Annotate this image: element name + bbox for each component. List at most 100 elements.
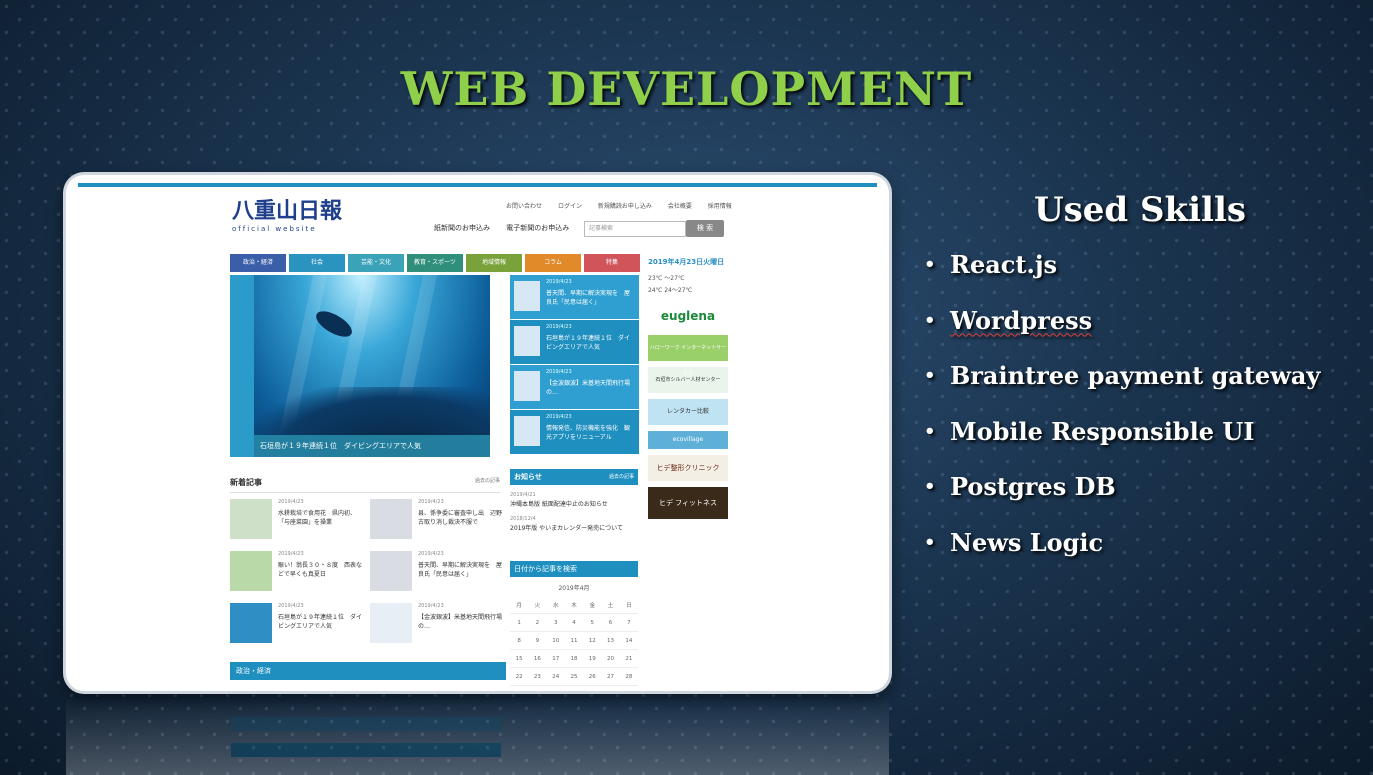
featured-date: 2019/4/23 — [546, 369, 572, 375]
news-more-link[interactable]: 過去の記事 — [475, 477, 500, 484]
news-title: 賑い！翁長３０・８度 西表などで早くも真夏日 — [278, 562, 363, 578]
nav-tab[interactable]: 特集 — [584, 254, 640, 272]
hero-caption[interactable]: 石垣島が１９年連続１位 ダイビングエリアで人気 — [254, 435, 490, 457]
news-heading: 新着記事 — [230, 478, 262, 487]
calendar-date[interactable]: 23 — [528, 667, 547, 686]
featured-title: 【金波銀波】米基地天間飛行場の… — [546, 380, 631, 396]
skills-panel: Used Skills • React.js • Wordpress • Braint… — [920, 190, 1360, 583]
top-link[interactable]: お問い合わせ — [506, 203, 542, 210]
calendar-date[interactable]: 20 — [601, 649, 620, 668]
logo-text: 八重山日報 — [232, 198, 343, 224]
notice-item[interactable]: 2018/12/4 2019年版 やいまカレンダー発売について — [510, 515, 638, 533]
calendar-day-header: 日 — [619, 596, 638, 614]
skill-item: • Braintree payment gateway — [920, 361, 1360, 417]
notice-item[interactable]: 2019/4/21 沖縄本島版 紙面配達中止のお知らせ — [510, 491, 638, 509]
category-nav: 政治・経済 社会 芸能・文化 教育・スポーツ 地域情報 コラム 特集 — [230, 254, 640, 272]
hero-side-strip — [230, 275, 254, 457]
news-thumbnail — [370, 603, 412, 643]
calendar-date[interactable]: 10 — [546, 631, 565, 650]
calendar-day-header: 木 — [564, 596, 584, 614]
calendar-date[interactable]: 26 — [583, 667, 602, 686]
news-card[interactable]: 2019/4/23 普天間、早期に解決実現を 屋良氏「民意は届く」 — [370, 551, 502, 595]
calendar-date[interactable]: 21 — [619, 649, 638, 668]
calendar-date[interactable]: 15 — [510, 649, 529, 668]
calendar-date[interactable]: 14 — [619, 631, 638, 650]
ad-banner[interactable]: ecovillage — [648, 431, 728, 449]
digital-subscribe-link[interactable]: 電子新聞のお申込み — [506, 224, 569, 232]
top-link[interactable]: 採用情報 — [708, 203, 732, 210]
calendar-date[interactable]: 11 — [564, 631, 584, 650]
nav-tab[interactable]: 地域情報 — [466, 254, 522, 272]
news-card[interactable]: 2019/4/23 石垣島が１９年連続１位 ダイビングエリアで人気 — [230, 603, 363, 647]
calendar-date[interactable]: 6 — [601, 613, 620, 632]
bullet-icon: • — [924, 254, 936, 275]
calendar-date[interactable]: 3 — [546, 613, 565, 632]
calendar-date[interactable]: 24 — [546, 667, 565, 686]
nav-tab[interactable]: コラム — [525, 254, 581, 272]
search-button[interactable]: 検 索 — [686, 220, 724, 237]
skill-label: Braintree payment gateway — [950, 361, 1321, 390]
ad-banner[interactable]: euglena — [648, 303, 728, 329]
calendar-date[interactable]: 17 — [546, 649, 565, 668]
calendar-date[interactable]: 9 — [528, 631, 547, 650]
featured-item[interactable]: 2019/4/23 石垣島が１９年連続１位 ダイビングエリアで人気 — [510, 320, 639, 364]
screenshot-reflection — [66, 697, 889, 775]
top-link[interactable]: 新規購読お申し込み — [598, 203, 652, 210]
calendar-date[interactable]: 1 — [510, 613, 529, 632]
skill-item: • Mobile Responsible UI — [920, 417, 1360, 473]
website-screenshot: 八重山日報 official website お問い合わせ ログイン 新規購読お… — [66, 175, 889, 691]
calendar-date[interactable]: 8 — [510, 631, 529, 650]
featured-thumbnail — [514, 371, 540, 401]
calendar-date[interactable]: 22 — [510, 667, 529, 686]
calendar-date[interactable]: 4 — [564, 613, 584, 632]
calendar-date[interactable]: 13 — [601, 631, 620, 650]
calendar-date[interactable]: 18 — [564, 649, 584, 668]
calendar-date[interactable]: 16 — [528, 649, 547, 668]
notice-more-link[interactable]: 過去の記事 — [609, 469, 634, 485]
calendar-date[interactable]: 19 — [583, 649, 602, 668]
news-date: 2019/4/23 — [278, 499, 304, 505]
calendar-date[interactable]: 7 — [619, 613, 638, 632]
top-link[interactable]: 会社概要 — [668, 203, 692, 210]
featured-item[interactable]: 2019/4/23 普天間、早期に解決実現を 屋良氏「民意は届く」 — [510, 275, 639, 319]
featured-date: 2019/4/23 — [546, 279, 572, 285]
news-card[interactable]: 2019/4/23 賑い！翁長３０・８度 西表などで早くも真夏日 — [230, 551, 363, 595]
ad-banner[interactable]: ヒデ整形クリニック — [648, 455, 728, 481]
news-date: 2019/4/23 — [418, 551, 444, 557]
ad-banner[interactable]: 石垣市シルバー人材センター — [648, 367, 728, 393]
calendar-date[interactable]: 2 — [528, 613, 547, 632]
featured-item[interactable]: 2019/4/23 【金波銀波】米基地天間飛行場の… — [510, 365, 639, 409]
notice-date: 2018/12/4 — [510, 516, 536, 522]
reflection-bar — [231, 717, 501, 731]
nav-tab[interactable]: 政治・経済 — [230, 254, 286, 272]
nav-tab[interactable]: 教育・スポーツ — [407, 254, 463, 272]
reflection-bar — [231, 743, 501, 757]
search-input[interactable]: 記事検索 — [584, 221, 686, 237]
calendar-date[interactable]: 12 — [583, 631, 602, 650]
top-link[interactable]: ログイン — [558, 203, 582, 210]
news-card[interactable]: 2019/4/23 县、係争委に審査申し出 辺野古取り消し裁決不服で — [370, 499, 502, 543]
right-sidebar: 2019年4月23日火曜日 23℃ ～27℃ 24℃ 24～27℃ euglen… — [648, 257, 728, 519]
ad-banner[interactable]: ヒデ フィットネス — [648, 487, 728, 519]
hero-image[interactable]: 石垣島が１９年連続１位 ダイビングエリアで人気 — [254, 275, 490, 457]
news-title: 石垣島が１９年連続１位 ダイビングエリアで人気 — [278, 614, 363, 630]
nav-tab[interactable]: 社会 — [289, 254, 345, 272]
calendar-date[interactable]: 28 — [619, 667, 638, 686]
ad-banner[interactable]: ハローワーク インターネットサービス — [648, 335, 728, 377]
calendar-day-header: 火 — [528, 596, 547, 614]
news-title: 水耕栽培で食用花 県内初、「与座菜園」を操業 — [278, 510, 357, 526]
news-section-header: 過去の記事 新着記事 — [230, 477, 500, 493]
calendar-date[interactable]: 25 — [564, 667, 584, 686]
site-logo[interactable]: 八重山日報 official website — [232, 199, 342, 233]
featured-title: 石垣島が１９年連続１位 ダイビングエリアで人気 — [546, 335, 631, 351]
featured-item[interactable]: 2019/4/23 情報発信、防災機能を強化 観光アプリをリニューアル — [510, 410, 639, 454]
ad-banner[interactable]: レンタカー比較 — [648, 399, 728, 425]
nav-tab[interactable]: 芸能・文化 — [348, 254, 404, 272]
skill-label: Wordpress — [950, 305, 1093, 335]
calendar-date[interactable]: 27 — [601, 667, 620, 686]
news-card[interactable]: 2019/4/23 水耕栽培で食用花 県内初、「与座菜園」を操業 — [230, 499, 360, 543]
notice-heading: お知らせ — [514, 473, 542, 481]
calendar-date[interactable]: 5 — [583, 613, 602, 632]
paper-subscribe-link[interactable]: 紙新聞のお申込み — [434, 224, 490, 232]
news-card[interactable]: 2019/4/23 【金波銀波】米基地天間飛行場の… — [370, 603, 502, 647]
